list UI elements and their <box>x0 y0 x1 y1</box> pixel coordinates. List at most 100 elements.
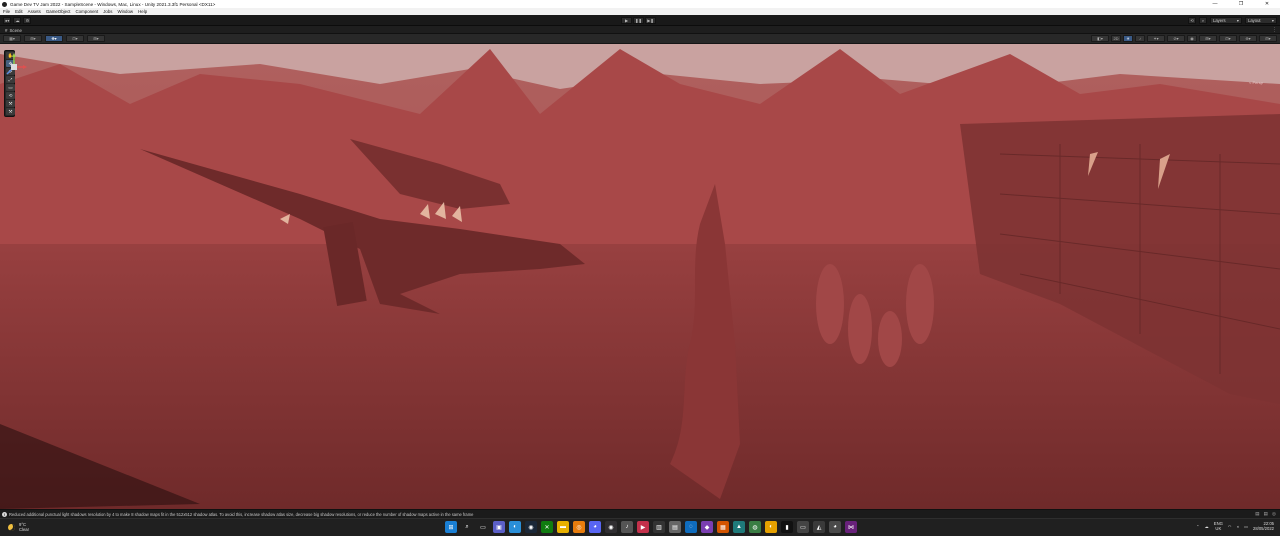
view-options-dropdown[interactable]: ⊟▾ <box>1259 35 1277 42</box>
gizmos-dropdown[interactable]: ⊞▾ <box>1199 35 1217 42</box>
play-button[interactable]: ▶ <box>621 17 632 24</box>
layers-dropdown[interactable]: Layers ▾ <box>1210 17 1242 24</box>
effects-dropdown[interactable]: ✦▾ <box>1147 35 1165 42</box>
unity-logo-icon <box>2 1 7 7</box>
audio-toggle-icon[interactable]: ♪ <box>1135 35 1145 42</box>
battery-icon[interactable]: ▭ <box>1244 524 1248 529</box>
history-icon[interactable]: ⟲ <box>1188 17 1196 24</box>
chat-icon[interactable]: ▣ <box>493 521 505 533</box>
obs-icon[interactable]: ◉ <box>605 521 617 533</box>
app-orange-icon[interactable]: ▦ <box>717 521 729 533</box>
menu-assets[interactable]: Assets <box>28 9 41 14</box>
windows-icon[interactable]: ⊞ <box>445 521 457 533</box>
mic-icon[interactable]: ♪ <box>621 521 633 533</box>
menu-jobs[interactable]: Jobs <box>103 9 112 14</box>
tray-chevron-icon[interactable]: ⌃ <box>1196 524 1200 529</box>
minimize-button[interactable]: — <box>1202 0 1228 8</box>
moon-icon <box>8 523 15 531</box>
menu-help[interactable]: Help <box>138 9 147 14</box>
app-purple-icon[interactable]: ◆ <box>701 521 713 533</box>
log-icon[interactable]: ▤ <box>1264 511 1268 517</box>
maximize-button[interactable]: ❐ <box>1228 0 1254 8</box>
projection-label[interactable]: < Persp <box>1249 80 1263 85</box>
menu-window[interactable]: Window <box>117 9 133 14</box>
account-button[interactable]: ●▾ <box>3 17 12 24</box>
cloud-icon[interactable]: ☁ <box>13 17 22 24</box>
progress-icon[interactable]: ◎ <box>1272 511 1276 517</box>
orientation-gizmo-icon[interactable] <box>0 52 28 82</box>
chrome-icon[interactable]: ◍ <box>749 521 761 533</box>
layout-dropdown[interactable]: Layout ▾ <box>1245 17 1277 24</box>
chevron-down-icon: ▾ <box>1236 18 1239 23</box>
custom-tool-2-icon[interactable]: ⚒ <box>6 108 15 115</box>
scene-tab-bar: # Scene ⋮ <box>0 26 1280 34</box>
task-view-icon[interactable]: ▭ <box>477 521 489 533</box>
2d-toggle[interactable]: 2D <box>1111 35 1121 42</box>
local-global-dropdown[interactable]: ⊡▾ <box>66 35 84 42</box>
close-button[interactable]: ✕ <box>1254 0 1280 8</box>
chevron-down-icon: ▾ <box>1271 18 1274 23</box>
app-white-icon[interactable]: ▭ <box>797 521 809 533</box>
os-taskbar: 9°C Clear ⊞ ⌕ ▭ ▣ ◐ ◉ ✕ ▬ ◎ ◕ ◉ ♪ ▶ ▥ ▤ ◌ ◆ ▦ ▲ ◍ ◐ ▮ ▭ ◭ ◕ ⋈ ⌃ ☁… <box>0 518 1280 536</box>
app-grey-icon[interactable]: ▤ <box>669 521 681 533</box>
shading-dropdown[interactable]: ◧▾ <box>1091 35 1109 42</box>
explorer-icon[interactable]: ▬ <box>557 521 569 533</box>
menu-edit[interactable]: Edit <box>15 9 23 14</box>
app-teal-icon[interactable]: ▲ <box>733 521 745 533</box>
clock[interactable]: 22:05 28/05/2022 <box>1253 521 1274 531</box>
system-tray: ⌃ ☁ ENG UK ◠ ◖ ▭ 22:05 28/05/2022 <box>1196 521 1274 531</box>
app-yellow-icon[interactable]: ◐ <box>765 521 777 533</box>
tab-menu-icon[interactable]: ⋮ <box>1272 27 1277 33</box>
visual-studio-icon[interactable]: ⋈ <box>845 521 857 533</box>
layout-label: Layout <box>1248 18 1261 23</box>
search-icon[interactable]: ⌕ <box>1199 17 1207 24</box>
status-message[interactable]: Reduced additional punctual light shadow… <box>9 512 473 517</box>
keyboard-region: UK <box>1215 526 1222 531</box>
draw-mode-dropdown[interactable]: ▦▾ <box>3 35 21 42</box>
wifi-icon[interactable]: ◠ <box>1228 524 1232 529</box>
menu-component[interactable]: Component <box>76 9 99 14</box>
lighting-toggle-icon[interactable]: ☀ <box>1123 35 1133 42</box>
menu-file[interactable]: File <box>3 9 10 14</box>
play-controls: ▶ ❚❚ ▶❚ <box>621 17 656 24</box>
search-icon[interactable]: ⌕ <box>461 521 473 533</box>
scene-toolbar: ▦▾ ⊞▾ ✥▾ ⊡▾ ⊞▾ ◧▾ 2D ☀ ♪ ✦▾ ⊘▾ ◉ ⊞▾ ⊡▾ ⊕… <box>0 34 1280 44</box>
edge-icon[interactable]: ◐ <box>509 521 521 533</box>
collab-icon[interactable]: ⚙ <box>23 17 32 24</box>
steam-icon[interactable]: ◉ <box>525 521 537 533</box>
step-button[interactable]: ▶❚ <box>645 17 656 24</box>
volume-icon[interactable]: ◖ <box>1237 524 1240 529</box>
grid-snap-dropdown[interactable]: ⊞▾ <box>87 35 105 42</box>
language-indicator[interactable]: ENG UK <box>1214 521 1223 531</box>
pivot-dropdown[interactable]: ✥▾ <box>45 35 63 42</box>
blender-icon[interactable]: ◎ <box>573 521 585 533</box>
pause-button[interactable]: ❚❚ <box>633 17 644 24</box>
tab-scene[interactable]: # Scene <box>2 26 25 34</box>
app-cat-icon[interactable]: ◕ <box>829 521 841 533</box>
app-circle-icon[interactable]: ◌ <box>685 521 697 533</box>
app-dark-icon[interactable]: ▥ <box>653 521 665 533</box>
rect-tool-icon[interactable]: ▭ <box>6 84 15 91</box>
clock-date: 28/05/2022 <box>1253 526 1274 531</box>
custom-tool-icon[interactable]: ⚒ <box>6 100 15 107</box>
xbox-icon[interactable]: ✕ <box>541 521 553 533</box>
visibility-dropdown[interactable]: ⊘▾ <box>1167 35 1185 42</box>
cloud-tray-icon[interactable]: ☁ <box>1205 524 1209 529</box>
discord-icon[interactable]: ◕ <box>589 521 601 533</box>
scene-grid-icon: # <box>5 27 8 33</box>
overlay-dropdown[interactable]: ⊞▾ <box>24 35 42 42</box>
weather-condition: Clear <box>19 527 30 532</box>
app-red-icon[interactable]: ▶ <box>637 521 649 533</box>
terminal-icon[interactable]: ▮ <box>781 521 793 533</box>
snap-settings-dropdown[interactable]: ⊕▾ <box>1239 35 1257 42</box>
console-icon[interactable]: ▤ <box>1255 511 1259 517</box>
camera-icon[interactable]: ◉ <box>1187 35 1197 42</box>
scene-viewport[interactable]: ✋ ✥ ⟳ ⤢ ▭ ⟲ ⚒ ⚒ < Persp <box>0 44 1280 509</box>
taskbar-apps: ⊞ ⌕ ▭ ▣ ◐ ◉ ✕ ▬ ◎ ◕ ◉ ♪ ▶ ▥ ▤ ◌ ◆ ▦ ▲ ◍ ◐ ▮ ▭ ◭ ◕ ⋈ <box>445 521 857 533</box>
weather-widget[interactable]: 9°C Clear <box>8 522 29 532</box>
transform-tool-icon[interactable]: ⟲ <box>6 92 15 99</box>
window-controls: — ❐ ✕ <box>1202 0 1280 8</box>
menu-gameobject[interactable]: GameObject <box>46 9 71 14</box>
unity-icon[interactable]: ◭ <box>813 521 825 533</box>
camera-settings-dropdown[interactable]: ⊡▾ <box>1219 35 1237 42</box>
